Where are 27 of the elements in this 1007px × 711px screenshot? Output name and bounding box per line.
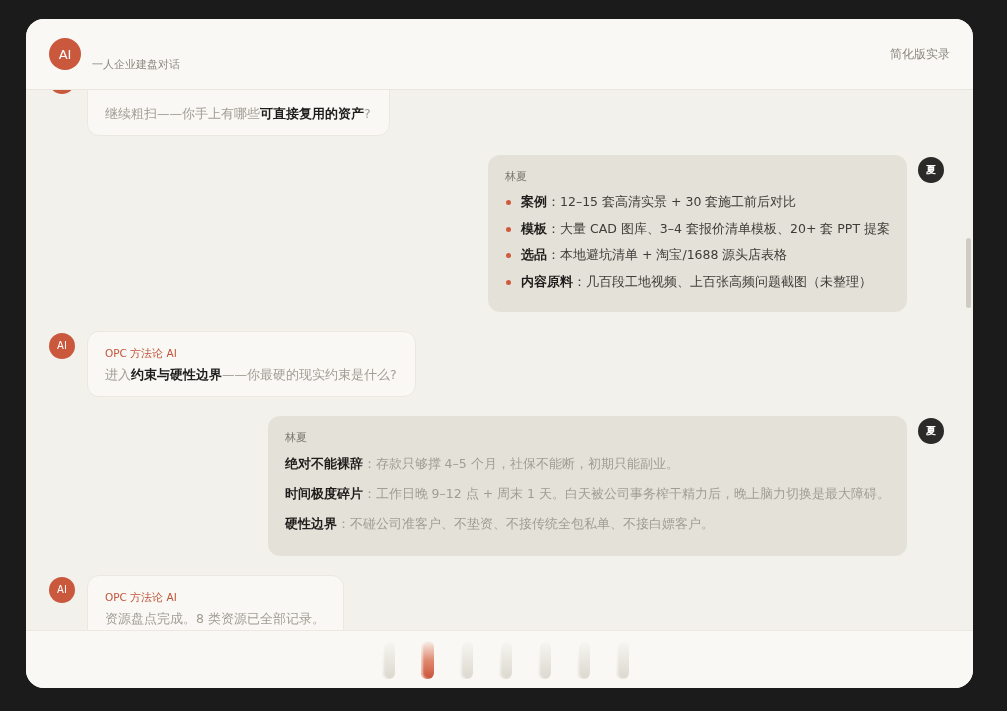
message-text: 资源盘点完成。8 类资源已全部记录。 [105,609,325,628]
list-item-text: 案例：12–15 套高清实景 + 30 套施工前后对比 [521,193,797,211]
user-avatar: 夏 [918,157,944,183]
bullet-icon [506,279,511,285]
scrollbar-thumb[interactable] [966,238,971,308]
sender-name: OPC 方法论 AI [105,345,178,360]
bullet-icon [506,253,511,259]
sender-name: OPC 方法论 AI [105,589,178,604]
list-item-text: 时间极度碎片：工作日晚 9–12 点 + 周末 1 天。白天被公司事务榨干精力后，晚上脑力切换是最大障碍。 [284,486,890,504]
bullet-icon [506,226,511,232]
sender-name: 林夏 [284,429,308,444]
list-item-text: 绝对不能裸辞：存款只够撑 4–5 个月，社保不能断，初期只能副业。 [284,456,679,474]
mode-label: 简化版实录 [890,46,950,62]
ai-avatar: AI [49,332,75,359]
sender-name: 林夏 [505,169,528,183]
step-indicator[interactable] [421,640,434,679]
conversation-subtitle: 一人企业建盘对话 [92,58,180,72]
user-avatar: 夏 [918,417,944,444]
ai-avatar: AI [49,38,81,70]
message-text: 继续粗扫——你手上有哪些可直接复用的资产? [105,105,371,123]
list-item-text: 模板：大量 CAD 图库、3–4 套报价清单模板、20+ 套 PPT 提案 [521,220,890,238]
ai-avatar: AI [49,576,75,603]
list-item-text: 选品：本地避坑清单 + 淘宝/1688 源头店表格 [521,247,788,265]
list-item-text: 硬性边界：不碰公司准客户、不垫资、不接传统全包私单、不接白嫖客户。 [284,516,714,534]
bullet-icon [506,199,511,205]
message-text: 进入约束与硬性边界——你最硬的现实约束是什么? [105,365,397,384]
list-item-text: 内容原料：几百段工地视频、上百张高频问题截图（未整理） [521,273,872,291]
